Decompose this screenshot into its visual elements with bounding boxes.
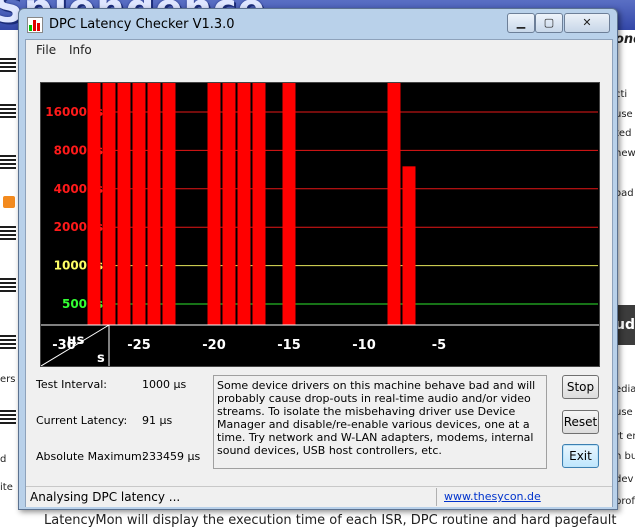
title-bar[interactable]: DPC Latency Checker V1.3.0 ▁ ▢ ✕ — [19, 9, 617, 39]
website-link[interactable]: www.thesycon.de — [444, 490, 541, 503]
background-stripe — [0, 155, 16, 169]
status-bar: Analysing DPC latency ... www.thesycon.d… — [26, 486, 612, 507]
background-left-column: ers d ite — [0, 30, 20, 526]
dpc-latency-window: DPC Latency Checker V1.3.0 ▁ ▢ ✕ File In… — [18, 8, 618, 510]
stop-button[interactable]: Stop — [562, 375, 599, 399]
x-tick-label: -30 — [52, 338, 76, 353]
background-stripe — [0, 410, 16, 424]
background-fragment: profe — [615, 496, 635, 507]
menu-info[interactable]: Info — [69, 43, 92, 57]
x-tick-label: -20 — [202, 338, 226, 353]
reset-button[interactable]: Reset — [562, 410, 599, 434]
menu-bar: File Info — [26, 40, 612, 60]
latency-bar — [102, 83, 116, 325]
description-box: Some device drivers on this machine beha… — [213, 375, 547, 469]
background-stripe — [0, 278, 16, 292]
rss-icon — [3, 196, 15, 208]
background-fragment: rt en — [615, 431, 635, 442]
latency-bar — [387, 83, 401, 325]
latency-bar — [237, 83, 251, 325]
exit-button[interactable]: Exit — [562, 444, 599, 468]
status-text: Analysing DPC latency ... — [30, 490, 181, 504]
latency-bar — [87, 83, 101, 325]
background-stripe — [0, 104, 16, 118]
window-title: DPC Latency Checker V1.3.0 — [49, 17, 235, 32]
absolute-maximum-label: Absolute Maximum: — [36, 450, 146, 463]
background-fragment: ite — [0, 482, 13, 493]
app-icon — [27, 17, 43, 33]
latency-bar — [282, 83, 296, 325]
background-fragment: ond — [615, 32, 635, 47]
menu-file[interactable]: File — [36, 43, 56, 57]
test-interval-value: 1000 µs — [142, 378, 187, 391]
background-fragment: edia — [615, 384, 635, 395]
latency-bar — [162, 83, 176, 325]
background-fragment: udi — [615, 317, 635, 333]
background-stripe — [0, 226, 16, 240]
latency-chart-svg: 16000µs8000µs4000µs2000µs1000µs500µsµss-… — [41, 83, 599, 366]
close-button[interactable]: ✕ — [564, 13, 610, 33]
latency-bar — [207, 83, 221, 325]
background-fragment: ers — [0, 374, 16, 385]
x-unit-label: s — [97, 351, 105, 366]
current-latency-value: 91 µs — [142, 414, 173, 427]
maximize-button[interactable]: ▢ — [535, 13, 563, 33]
status-separator — [436, 488, 437, 506]
background-fragment: n bui — [615, 451, 635, 462]
minimize-button[interactable]: ▁ — [507, 13, 535, 33]
latency-bar — [402, 166, 416, 325]
absolute-maximum-value: 233459 µs — [142, 450, 201, 463]
latency-bar — [117, 83, 131, 325]
x-tick-label: -25 — [127, 338, 151, 353]
latency-bar — [132, 83, 146, 325]
latency-bar — [222, 83, 236, 325]
background-fragment: d — [0, 454, 7, 465]
x-tick-label: -10 — [352, 338, 376, 353]
client-area: File Info 16000µs 8000µs 4000µs 2000µs 1000µ… — [25, 39, 613, 507]
current-latency-label: Current Latency: — [36, 414, 128, 427]
test-interval-label: Test Interval: — [36, 378, 107, 391]
latency-bar — [147, 83, 161, 325]
background-stripe — [0, 58, 16, 72]
latency-graph: 16000µs 8000µs 4000µs 2000µs 1000µs 500µs µs s -… — [40, 82, 600, 367]
background-fragment: new — [615, 148, 635, 159]
latency-bar — [252, 83, 266, 325]
background-stripe — [0, 335, 16, 349]
x-tick-label: -5 — [432, 338, 446, 353]
x-tick-label: -15 — [277, 338, 301, 353]
